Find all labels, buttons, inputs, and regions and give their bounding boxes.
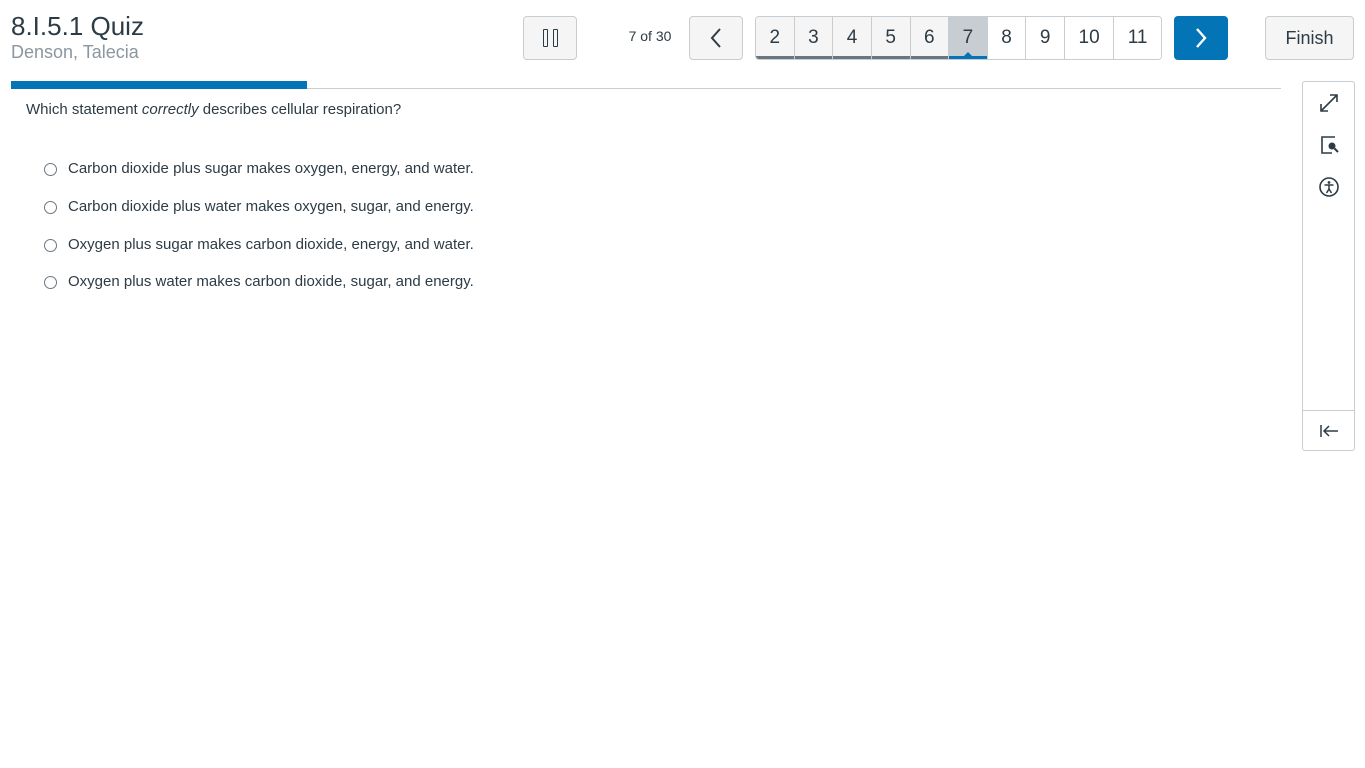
answer-choice[interactable]: Oxygen plus sugar makes carbon dioxide, …: [44, 225, 474, 263]
collapse-tools-button[interactable]: [1303, 411, 1354, 451]
question-nav-item[interactable]: 7: [949, 17, 988, 59]
question-progress-text: 7 of 30: [628, 28, 672, 44]
question-text: Which statement correctly describes cell…: [26, 101, 401, 118]
choice-label: Carbon dioxide plus water makes oxygen, …: [68, 198, 474, 216]
progress-bar: [11, 81, 307, 89]
quiz-title: 8.I.5.1 Quiz: [11, 11, 144, 41]
question-nav-item[interactable]: 11: [1114, 17, 1161, 59]
answer-choice[interactable]: Carbon dioxide plus water makes oxygen, …: [44, 188, 474, 226]
pause-icon: [542, 29, 558, 47]
answer-choice[interactable]: Oxygen plus water makes carbon dioxide, …: [44, 263, 474, 301]
current-indicator: [963, 52, 972, 56]
answer-choice[interactable]: Carbon dioxide plus sugar makes oxygen, …: [44, 150, 474, 188]
chevron-right-icon: [1196, 28, 1207, 48]
radio-button[interactable]: [44, 238, 57, 252]
radio-button[interactable]: [44, 201, 57, 215]
choice-label: Oxygen plus water makes carbon dioxide, …: [68, 273, 474, 291]
previous-question-button[interactable]: [689, 16, 743, 60]
tools-panel: [1302, 81, 1355, 451]
question-suffix: describes cellular respiration?: [198, 101, 402, 118]
question-nav-item[interactable]: 2: [756, 17, 795, 59]
question-emphasis: correctly: [141, 101, 199, 118]
choice-label: Oxygen plus sugar makes carbon dioxide, …: [68, 235, 474, 253]
next-question-button[interactable]: [1174, 16, 1228, 60]
radio-button[interactable]: [44, 163, 57, 177]
quiz-header: 8.I.5.1 Quiz Denson, Talecia 7 of 30 234…: [0, 0, 1365, 90]
question-navigator: 2 3 4 5 6 7 8 9 10 11: [755, 16, 1162, 60]
accessibility-icon: [1318, 177, 1339, 197]
question-nav-item[interactable]: 10: [1065, 17, 1115, 59]
student-name: Denson, Talecia: [11, 42, 139, 62]
question-nav-item[interactable]: 5: [871, 17, 911, 59]
expand-button[interactable]: [1303, 83, 1354, 123]
answer-choices: Carbon dioxide plus sugar makes oxygen, …: [44, 150, 474, 301]
question-nav-item[interactable]: 6: [910, 17, 950, 59]
question-nav-item[interactable]: 4: [833, 17, 872, 59]
question-prefix: Which statement: [26, 101, 142, 118]
collapse-panel-icon: [1319, 425, 1338, 437]
expand-icon: [1319, 94, 1338, 112]
radio-button[interactable]: [44, 276, 57, 290]
finish-button[interactable]: Finish: [1265, 16, 1354, 60]
choice-label: Carbon dioxide plus sugar makes oxygen, …: [68, 160, 474, 178]
accessibility-button[interactable]: [1303, 167, 1354, 207]
question-nav-item[interactable]: 9: [1026, 17, 1065, 59]
question-nav-item[interactable]: 8: [987, 17, 1027, 59]
zoom-button[interactable]: [1303, 125, 1354, 165]
chevron-left-icon: [710, 28, 721, 48]
title-block: 8.I.5.1 Quiz Denson, Talecia: [11, 10, 144, 63]
question-nav-item[interactable]: 3: [794, 17, 834, 59]
pause-button[interactable]: [523, 16, 577, 60]
magnifier-icon: [1320, 136, 1339, 154]
